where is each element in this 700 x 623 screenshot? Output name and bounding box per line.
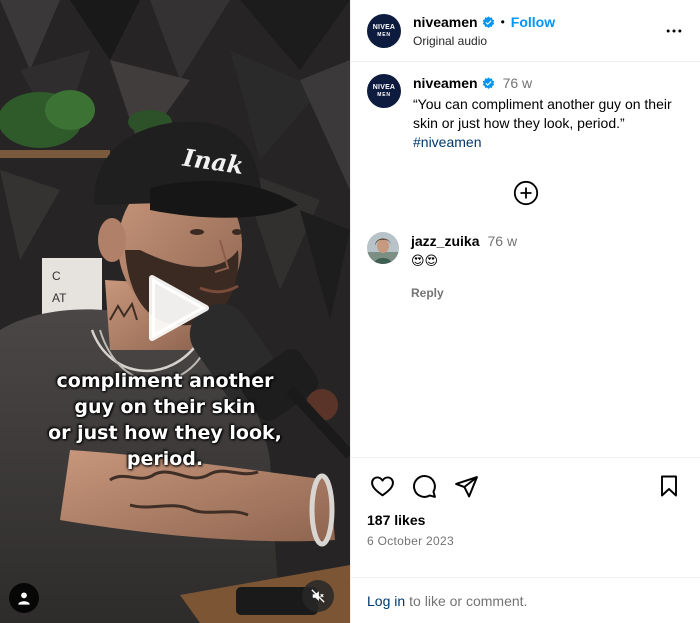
- send-icon: [454, 475, 478, 497]
- post-actions: 187 likes 6 October 2023: [351, 457, 700, 577]
- subtitle-line: period.: [126, 448, 204, 470]
- comment-timestamp[interactable]: 76 w: [487, 232, 517, 250]
- bookmark-icon: [661, 475, 677, 497]
- likes-count[interactable]: 187 likes: [367, 512, 684, 528]
- play-icon: [149, 275, 209, 341]
- header-text: niveamen • Follow Original audio: [413, 13, 662, 48]
- mute-button[interactable]: [302, 580, 334, 612]
- save-button[interactable]: [654, 471, 684, 501]
- post-caption: NIVEA MEN niveamen 76 w “You can complim…: [367, 74, 684, 152]
- avatar[interactable]: NIVEA MEN: [367, 74, 401, 108]
- post-date[interactable]: 6 October 2023: [367, 534, 684, 548]
- post-modal: C AT Inak compliment another guy on thei…: [0, 0, 700, 623]
- comment-username[interactable]: jazz_zuika: [411, 232, 479, 250]
- follow-button[interactable]: Follow: [511, 14, 555, 30]
- comments-section: NIVEA MEN niveamen 76 w “You can complim…: [351, 62, 700, 457]
- avatar-logo-subtext: MEN: [377, 92, 391, 98]
- author-username[interactable]: niveamen: [413, 14, 478, 30]
- header-row: niveamen • Follow: [413, 13, 662, 31]
- login-link[interactable]: Log in: [367, 593, 405, 609]
- comment-button[interactable]: [409, 471, 439, 501]
- caption-username[interactable]: niveamen: [413, 74, 478, 93]
- avatar[interactable]: NIVEA MEN: [367, 13, 401, 48]
- user-photo: [367, 232, 399, 264]
- svg-text:C: C: [52, 269, 61, 283]
- more-options-button[interactable]: [662, 19, 686, 43]
- subtitle-line: compliment another: [56, 370, 274, 392]
- plus-circle-icon: [513, 180, 539, 206]
- more-horizontal-icon: [666, 29, 682, 32]
- video-player[interactable]: C AT Inak compliment another guy on thei…: [0, 0, 350, 623]
- share-button[interactable]: [451, 471, 481, 501]
- like-button[interactable]: [367, 471, 397, 501]
- comment-meta: jazz_zuika 76 w: [411, 232, 517, 250]
- heart-icon: [370, 475, 394, 496]
- subtitle-line: or just how they look,: [48, 422, 282, 444]
- load-more-comments-button[interactable]: [513, 180, 539, 206]
- video-subtitle: compliment another guy on their skin or …: [20, 368, 310, 472]
- user-icon: [18, 592, 30, 605]
- original-audio-link[interactable]: Original audio: [413, 34, 662, 48]
- post-sidebar: NIVEA MEN niveamen • Follow Original aud…: [350, 0, 700, 623]
- muted-speaker-icon: [311, 589, 325, 603]
- login-prompt-text: to like or comment.: [409, 592, 528, 609]
- avatar[interactable]: [367, 232, 399, 264]
- caption-body: niveamen 76 w “You can compliment anothe…: [413, 74, 684, 152]
- separator-dot: •: [500, 15, 505, 29]
- avatar-logo-subtext: MEN: [377, 31, 391, 38]
- comment-body: jazz_zuika 76 w 😍😍 Reply: [411, 232, 517, 302]
- svg-text:AT: AT: [52, 291, 67, 305]
- avatar-logo-text: NIVEA: [372, 84, 396, 91]
- hashtag-link[interactable]: #niveamen: [413, 133, 684, 152]
- comment-text: 😍😍: [411, 253, 439, 268]
- reply-button[interactable]: Reply: [411, 284, 517, 302]
- subtitle-line: guy on their skin: [74, 396, 256, 418]
- verified-badge-icon: [482, 77, 494, 90]
- caption-meta: niveamen 76 w: [413, 74, 684, 93]
- play-button[interactable]: [140, 272, 212, 344]
- login-footer: Log in to like or comment.: [351, 577, 700, 623]
- caption-text: “You can compliment another guy on their…: [413, 96, 672, 131]
- post-header: NIVEA MEN niveamen • Follow Original aud…: [351, 0, 700, 62]
- tagged-users-button[interactable]: [9, 583, 39, 613]
- action-icon-row: [367, 470, 684, 502]
- comment-icon: [412, 474, 436, 498]
- caption-timestamp[interactable]: 76 w: [503, 74, 533, 93]
- avatar-logo-text: NIVEA: [372, 23, 396, 31]
- comment-item: jazz_zuika 76 w 😍😍 Reply: [367, 232, 517, 302]
- verified-badge-icon: [482, 15, 494, 28]
